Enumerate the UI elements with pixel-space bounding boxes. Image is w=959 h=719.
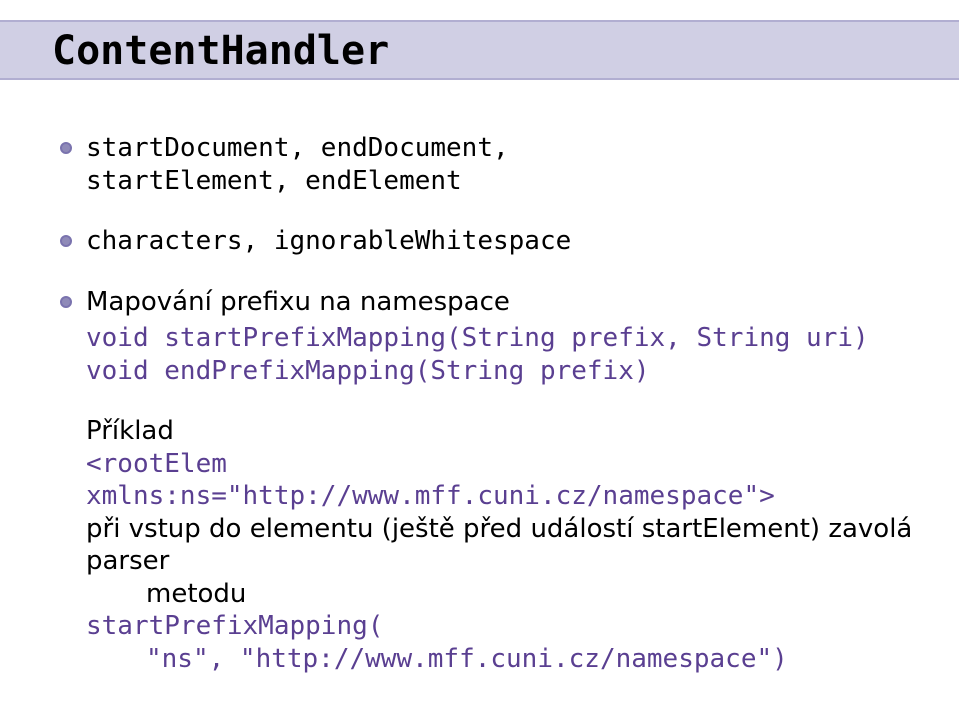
slide-content: startDocument, endDocument, startElement… <box>60 132 919 675</box>
bullet-2-text: characters, ignorableWhitespace <box>86 225 571 258</box>
bullet-3-code-2: void endPrefixMapping(String prefix) <box>60 355 919 388</box>
slide-title: ContentHandler <box>52 28 389 74</box>
bullet-item-3: Mapování prefixu na namespace <box>60 286 919 319</box>
bullet-item-2: characters, ignorableWhitespace <box>60 225 919 258</box>
example-label: Příklad <box>86 415 919 448</box>
bullet-3-code-1: void startPrefixMapping(String prefix, S… <box>60 322 919 355</box>
example-prose-2: metodu <box>86 578 919 611</box>
slide-page: ContentHandler startDocument, endDocumen… <box>0 0 959 719</box>
bullet-dot-icon <box>60 235 72 247</box>
example-call-open: startPrefixMapping( <box>86 610 919 643</box>
example-xml-line: <rootElem xmlns:ns="http://www.mff.cuni.… <box>86 448 919 513</box>
example-prose-1: při vstup do elementu (ještě před událos… <box>86 513 919 578</box>
bullet-1-line-1: startDocument, endDocument, <box>86 133 509 163</box>
example-block: Příklad <rootElem xmlns:ns="http://www.m… <box>60 415 919 675</box>
bullet-dot-icon <box>60 142 72 154</box>
example-call-args: "ns", "http://www.mff.cuni.cz/namespace"… <box>86 643 919 676</box>
bullet-3-heading: Mapování prefixu na namespace <box>86 286 510 319</box>
bullet-item-1: startDocument, endDocument, startElement… <box>60 132 919 197</box>
bullet-1-line-2: startElement, endElement <box>86 166 462 196</box>
bullet-1-text: startDocument, endDocument, startElement… <box>86 132 509 197</box>
bullet-dot-icon <box>60 296 72 308</box>
